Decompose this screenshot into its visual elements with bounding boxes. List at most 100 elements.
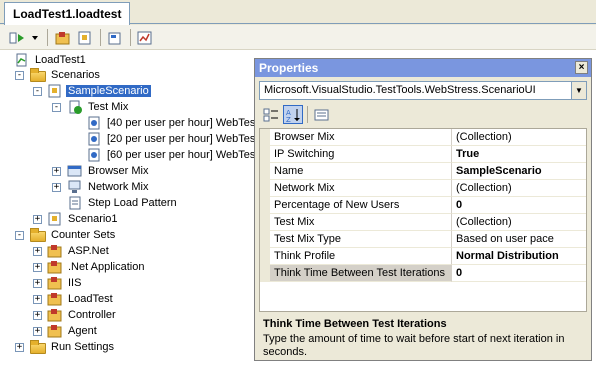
- property-value[interactable]: SampleScenario: [452, 163, 586, 180]
- toolbar-separator: [307, 106, 308, 123]
- tree-item-loadtest[interactable]: LoadTest: [47, 291, 115, 307]
- tree-root[interactable]: LoadTest1: [14, 52, 88, 68]
- chevron-down-icon[interactable]: ▼: [571, 82, 586, 99]
- browser-mix-icon: [67, 164, 83, 178]
- tree-item-label: IIS: [68, 277, 82, 289]
- property-row[interactable]: Think Profile Normal Distribution: [260, 248, 586, 265]
- properties-title: Properties: [259, 61, 319, 75]
- property-grid: Browser Mix (Collection) IP Switching Tr…: [259, 128, 587, 312]
- tree-root-label: LoadTest1: [35, 54, 86, 66]
- counter-set-icon: [47, 308, 63, 322]
- categorized-icon[interactable]: [261, 105, 281, 124]
- expand-icon[interactable]: +: [33, 327, 42, 336]
- property-value[interactable]: (Collection): [452, 129, 586, 146]
- property-name: Think Time Between Test Iterations: [260, 265, 452, 282]
- collapse-icon[interactable]: -: [15, 231, 24, 240]
- dropdown-icon[interactable]: [30, 29, 40, 46]
- tree-item-label: Run Settings: [51, 341, 114, 353]
- tree-item-test-mix[interactable]: Test Mix: [67, 99, 130, 115]
- property-value[interactable]: (Collection): [452, 180, 586, 197]
- property-row-selected[interactable]: Think Time Between Test Iterations 0: [260, 265, 586, 282]
- property-name: Network Mix: [260, 180, 452, 197]
- folder-icon: [30, 227, 46, 242]
- property-name: IP Switching: [260, 146, 452, 163]
- properties-title-bar: Properties ×: [255, 59, 591, 77]
- scenario-icon: [47, 84, 63, 98]
- properties-toolbar: AZ: [259, 104, 587, 126]
- expand-icon[interactable]: +: [33, 311, 42, 320]
- tree-item-browser-mix[interactable]: Browser Mix: [67, 163, 151, 179]
- property-value[interactable]: True: [452, 146, 586, 163]
- collapse-icon[interactable]: -: [33, 87, 42, 96]
- tree-item-label: Agent: [68, 325, 97, 337]
- webtest-icon: [86, 116, 102, 130]
- tree-item-scenarios[interactable]: Scenarios: [30, 67, 102, 83]
- property-value[interactable]: Normal Distribution: [452, 248, 586, 265]
- property-value[interactable]: (Collection): [452, 214, 586, 231]
- property-description: Think Time Between Test Iterations Type …: [259, 314, 587, 358]
- expand-icon[interactable]: +: [15, 343, 24, 352]
- loadtest-icon: [14, 53, 30, 67]
- property-row[interactable]: Browser Mix (Collection): [260, 129, 586, 146]
- collapse-icon[interactable]: -: [52, 103, 61, 112]
- counter-set-icon: [47, 260, 63, 274]
- property-row[interactable]: Test Mix (Collection): [260, 214, 586, 231]
- expand-icon[interactable]: +: [33, 215, 42, 224]
- manage-icon[interactable]: [136, 29, 154, 46]
- alphabetical-icon[interactable]: AZ: [283, 105, 303, 124]
- tree-item-iis[interactable]: IIS: [47, 275, 83, 291]
- tree-item-counter-sets[interactable]: Counter Sets: [30, 227, 117, 243]
- expand-icon[interactable]: +: [33, 247, 42, 256]
- scenario-icon: [47, 212, 63, 226]
- property-row[interactable]: Name SampleScenario: [260, 163, 586, 180]
- tree-item-test-2[interactable]: [20 per user per hour] WebTes: [86, 131, 257, 147]
- tree-item-network-mix[interactable]: Network Mix: [67, 179, 151, 195]
- property-pages-icon[interactable]: [312, 105, 332, 124]
- property-row[interactable]: Percentage of New Users 0: [260, 197, 586, 214]
- property-value[interactable]: Based on user pace: [452, 231, 586, 248]
- tab-loadtest1[interactable]: LoadTest1.loadtest: [4, 2, 131, 25]
- tree-item-test-3[interactable]: [60 per user per hour] WebTes: [86, 147, 257, 163]
- tree-item-label: Network Mix: [88, 181, 149, 193]
- collapse-icon[interactable]: -: [15, 71, 24, 80]
- counter-set-icon[interactable]: [54, 29, 72, 46]
- tree-item-scenario1[interactable]: Scenario1: [47, 211, 120, 227]
- property-row[interactable]: IP Switching True: [260, 146, 586, 163]
- scenario-icon[interactable]: [76, 29, 94, 46]
- tree-item-step-load-pattern[interactable]: Step Load Pattern: [67, 195, 179, 211]
- counter-set-icon: [47, 276, 63, 290]
- run-icon[interactable]: [8, 29, 26, 46]
- property-row[interactable]: Network Mix (Collection): [260, 180, 586, 197]
- webtest-icon: [86, 148, 102, 162]
- tree-item-run-settings[interactable]: Run Settings: [30, 339, 116, 355]
- tree-item-aspnet[interactable]: ASP.Net: [47, 243, 111, 259]
- tree-item-controller[interactable]: Controller: [47, 307, 118, 323]
- tree-item-agent[interactable]: Agent: [47, 323, 99, 339]
- expand-icon[interactable]: +: [52, 167, 61, 176]
- tree-item-label: SampleScenario: [66, 85, 151, 97]
- counter-set-icon: [47, 292, 63, 306]
- property-name: Think Profile: [260, 248, 452, 265]
- expand-icon[interactable]: +: [33, 295, 42, 304]
- tree-item-test-1[interactable]: [40 per user per hour] WebTes: [86, 115, 257, 131]
- counter-set-icon: [47, 244, 63, 258]
- expand-icon[interactable]: +: [33, 279, 42, 288]
- expand-icon[interactable]: +: [52, 183, 61, 192]
- toolbar-separator: [100, 29, 101, 46]
- close-icon[interactable]: ×: [575, 61, 588, 74]
- property-row[interactable]: Test Mix Type Based on user pace: [260, 231, 586, 248]
- tree-item-net-application[interactable]: .Net Application: [47, 259, 146, 275]
- property-value[interactable]: 0: [452, 265, 586, 282]
- object-selector[interactable]: Microsoft.VisualStudio.TestTools.WebStre…: [259, 81, 587, 100]
- tree-item-label: Counter Sets: [51, 229, 116, 241]
- expand-icon[interactable]: +: [33, 263, 42, 272]
- tree-item-label: Step Load Pattern: [88, 197, 177, 209]
- test-mix-icon: [67, 100, 83, 114]
- tree-item-label: .Net Application: [68, 261, 145, 273]
- property-value[interactable]: 0: [452, 197, 586, 214]
- tree-item-label: [20 per user per hour] WebTes: [107, 133, 256, 145]
- context-icon[interactable]: [106, 29, 124, 46]
- folder-icon: [30, 339, 46, 354]
- toolbar-separator: [47, 29, 48, 46]
- tree-item-samplescenario[interactable]: SampleScenario: [47, 83, 151, 99]
